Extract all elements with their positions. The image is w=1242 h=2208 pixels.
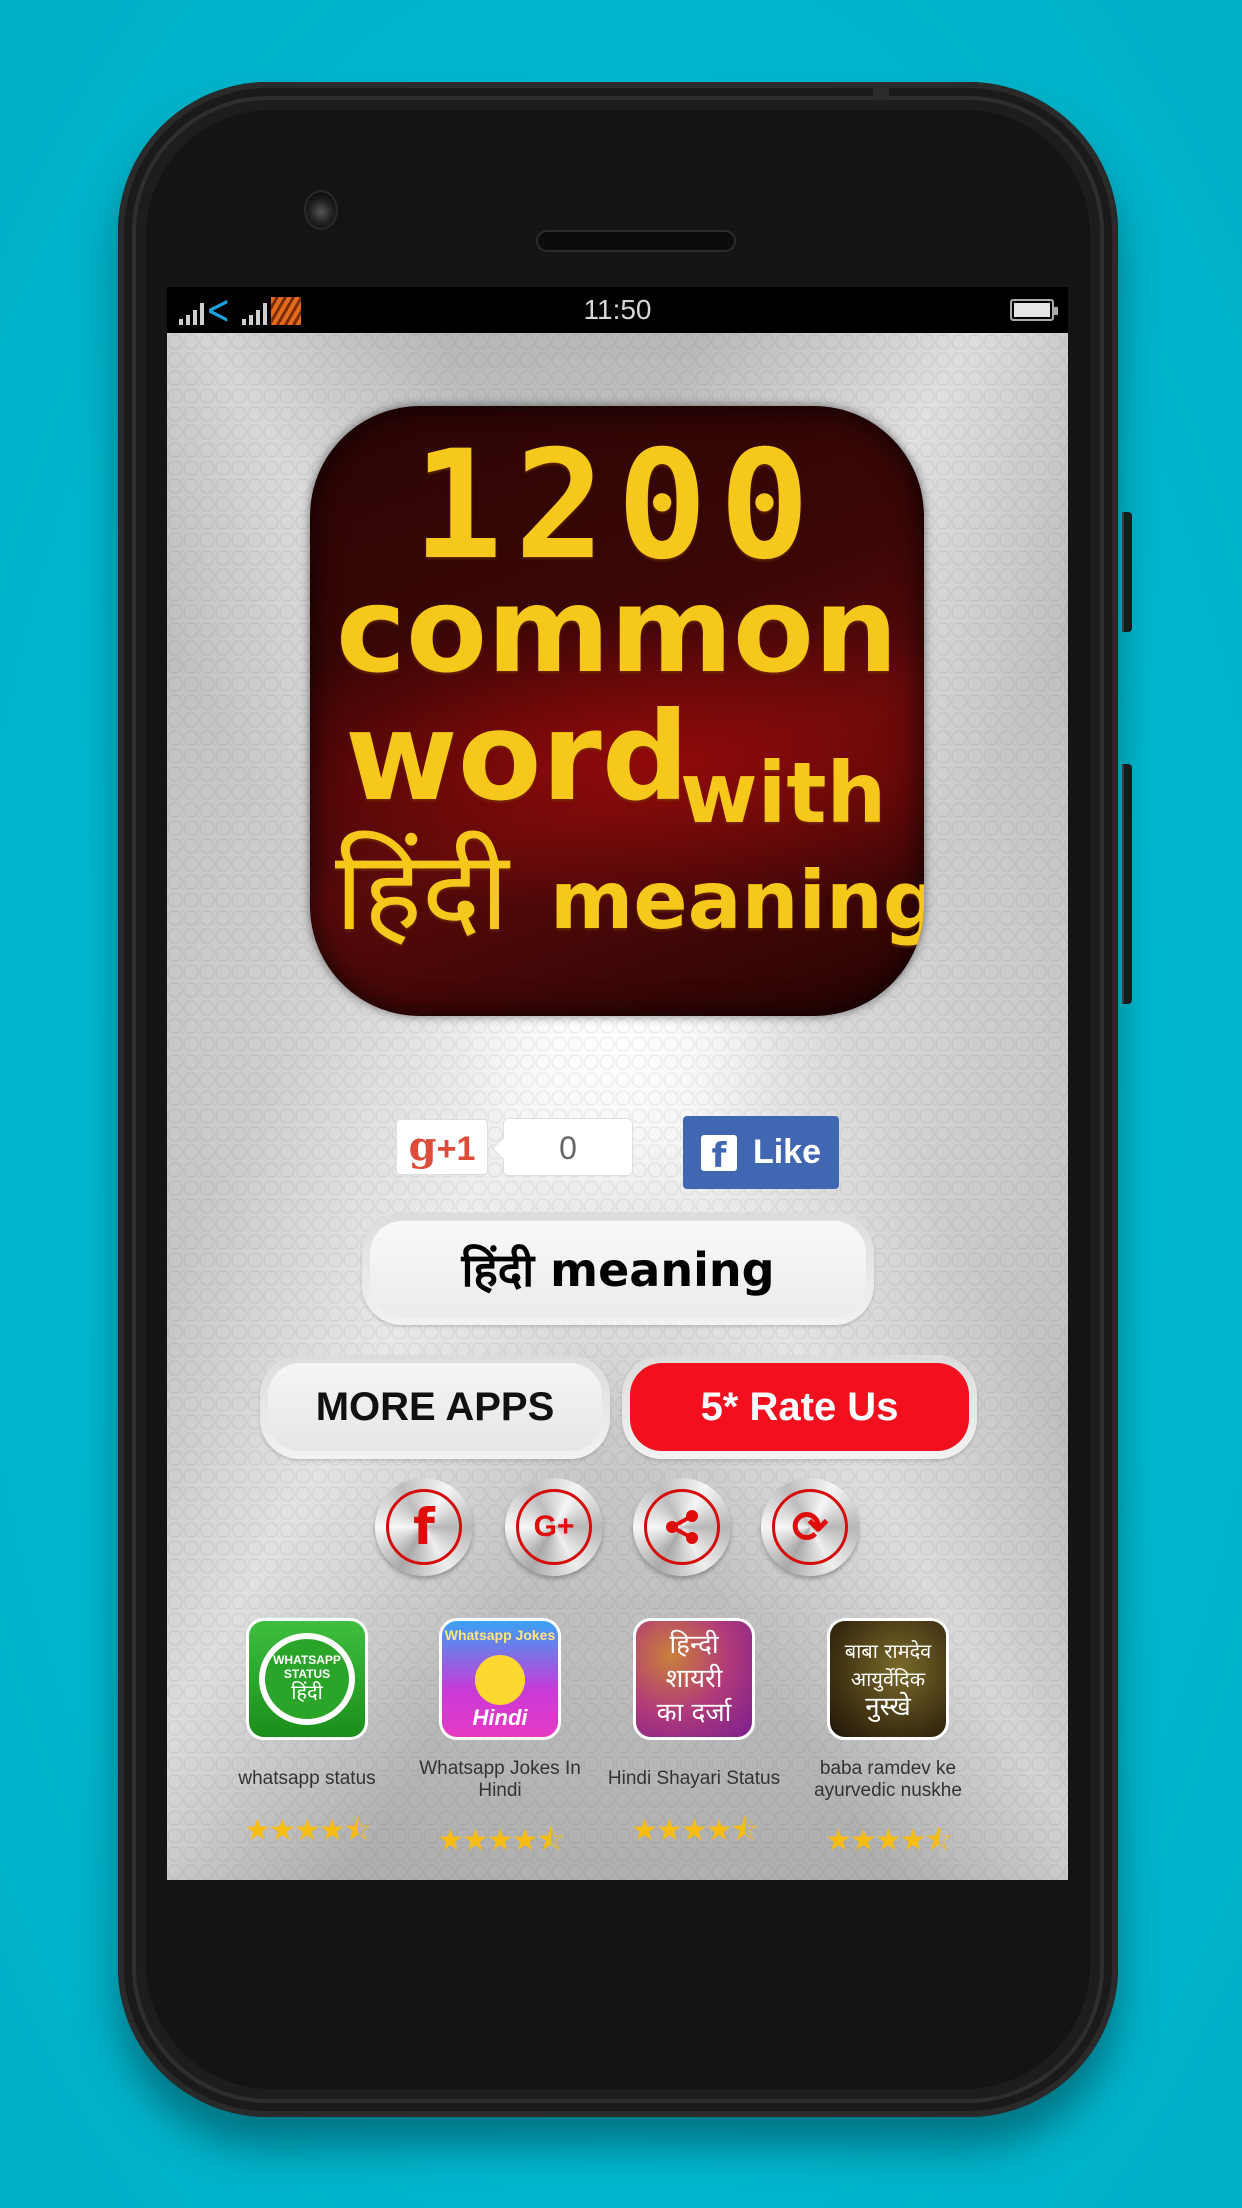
star-rating: ★★★★⯪ bbox=[825, 1824, 953, 1857]
battery-icon bbox=[1010, 299, 1058, 321]
google-plus-count: 0 bbox=[503, 1118, 633, 1176]
refresh-icon: ⟳ bbox=[772, 1489, 848, 1565]
hindi-shayari-app-icon: हिन्दी शायरी का दर्जा bbox=[633, 1618, 755, 1740]
google-plus-share-button[interactable]: G+ bbox=[505, 1478, 603, 1576]
more-apps-button[interactable]: MORE APPS bbox=[260, 1355, 610, 1459]
logo-text-hindi: हिंदी bbox=[335, 827, 509, 955]
volume-button bbox=[1122, 512, 1132, 632]
status-bar: ᐸ 11:50 bbox=[167, 287, 1068, 333]
social-row: g+1 0 f Like bbox=[167, 1116, 1068, 1196]
app-list-item[interactable]: Whatsapp Jokes Hindi Whatsapp Jokes In H… bbox=[405, 1618, 595, 1869]
icon-text: Hindi bbox=[472, 1705, 528, 1730]
refresh-button[interactable]: ⟳ bbox=[761, 1478, 859, 1576]
whatsapp-jokes-app-icon: Whatsapp Jokes Hindi bbox=[439, 1618, 561, 1740]
share-icons-row: f G+ ⟳ bbox=[167, 1478, 1068, 1578]
share-button[interactable] bbox=[633, 1478, 731, 1576]
facebook-icon: f bbox=[386, 1489, 462, 1565]
logo-text-common: common bbox=[336, 561, 898, 699]
plus-one-label: +1 bbox=[436, 1130, 476, 1168]
star-rating: ★★★★⯪ bbox=[631, 1814, 759, 1847]
icon-text: नुस्खे bbox=[865, 1692, 911, 1722]
emoji-face-icon bbox=[475, 1655, 525, 1705]
icon-text: शायरी bbox=[665, 1664, 723, 1694]
front-camera-icon bbox=[304, 190, 338, 230]
more-apps-list: WHATSAPP STATUS हिंदी whatsapp status ★★… bbox=[167, 1618, 1068, 1858]
app-name: Hindi Shayari Status bbox=[607, 1768, 781, 1789]
rate-us-button[interactable]: 5* Rate Us bbox=[622, 1355, 977, 1459]
share-icon bbox=[644, 1489, 720, 1565]
hindi-meaning-label: हिंदी meaning bbox=[370, 1221, 866, 1317]
facebook-like-label: Like bbox=[752, 1133, 822, 1171]
app-list-item[interactable]: बाबा रामदेव आयुर्वेदिक नुस्खे baba ramde… bbox=[793, 1618, 983, 1869]
facebook-share-button[interactable]: f bbox=[375, 1478, 473, 1576]
phone-edge-mark bbox=[873, 82, 889, 100]
app-name: Whatsapp Jokes In Hindi bbox=[419, 1758, 581, 1801]
more-apps-label: MORE APPS bbox=[268, 1363, 602, 1451]
power-button bbox=[1122, 764, 1132, 1004]
logo-text-word: word bbox=[345, 686, 690, 828]
google-plus-icon: g bbox=[408, 1123, 437, 1170]
google-plus-icon: G+ bbox=[516, 1489, 592, 1565]
icon-text: STATUS bbox=[283, 1667, 331, 1681]
logo-text-with: with bbox=[680, 744, 887, 842]
app-name: whatsapp status bbox=[238, 1768, 376, 1789]
baba-ramdev-app-icon: बाबा रामदेव आयुर्वेदिक नुस्खे bbox=[827, 1618, 949, 1740]
device-screen: ᐸ 11:50 1200 common word with हिंदी mean… bbox=[167, 287, 1068, 1880]
icon-text: का दर्जा bbox=[656, 1698, 732, 1728]
earpiece-speaker bbox=[536, 230, 736, 252]
whatsapp-status-app-icon: WHATSAPP STATUS हिंदी bbox=[246, 1618, 368, 1740]
hindi-meaning-button[interactable]: हिंदी meaning bbox=[362, 1213, 874, 1325]
star-rating: ★★★★⯪ bbox=[437, 1824, 565, 1857]
app-logo: 1200 common word with हिंदी meaning bbox=[310, 406, 924, 1016]
logo-text-1200: 1200 bbox=[412, 419, 822, 593]
app-name: baba ramdev ke ayurvedic nuskhe bbox=[814, 1758, 962, 1801]
app-list-item[interactable]: हिन्दी शायरी का दर्जा Hindi Shayari Stat… bbox=[599, 1618, 789, 1859]
icon-text: हिन्दी bbox=[669, 1630, 719, 1660]
app-main: 1200 common word with हिंदी meaning g+1 … bbox=[167, 333, 1068, 1880]
star-rating: ★★★★⯪ bbox=[244, 1814, 372, 1847]
icon-text: आयुर्वेदिक bbox=[850, 1667, 926, 1691]
icon-text: Whatsapp Jokes bbox=[444, 1627, 556, 1643]
icon-text: बाबा रामदेव bbox=[844, 1639, 932, 1663]
rate-us-label: 5* Rate Us bbox=[630, 1363, 969, 1451]
icon-text: WHATSAPP bbox=[273, 1653, 341, 1667]
facebook-like-button[interactable]: f Like bbox=[683, 1116, 839, 1189]
icon-text: हिंदी bbox=[291, 1682, 323, 1704]
facebook-icon: f bbox=[700, 1134, 737, 1171]
status-time: 11:50 bbox=[583, 294, 652, 325]
logo-text-meaning: meaning bbox=[550, 854, 924, 947]
google-plus-one-button[interactable]: g+1 bbox=[396, 1119, 488, 1175]
app-list-item[interactable]: WHATSAPP STATUS हिंदी whatsapp status ★★… bbox=[212, 1618, 402, 1859]
